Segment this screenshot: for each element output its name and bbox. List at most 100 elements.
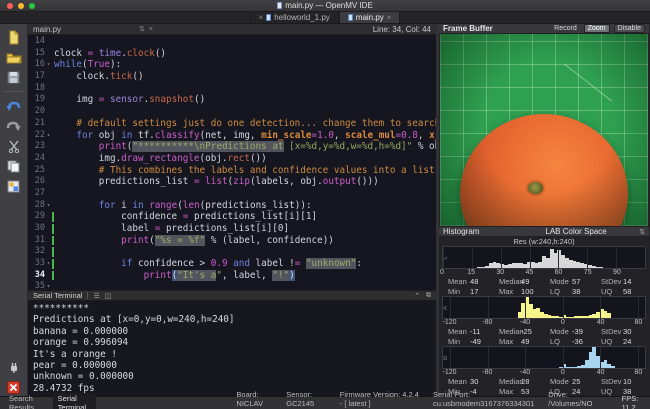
line-number: 33 [28, 258, 45, 270]
record-button[interactable]: Record [551, 25, 580, 32]
code-token: and [233, 258, 250, 269]
code-editor[interactable]: 1415clock = time.clock()16▾while(True):1… [28, 35, 436, 290]
code-token: print [121, 235, 149, 246]
code-text: while(True): [54, 59, 436, 71]
terminal-line: pear = 0.000000 [33, 360, 436, 371]
frame-buffer-header: Frame Buffer RecordZoomDisable [439, 24, 649, 34]
gutter-cell: 16▾ [28, 59, 54, 71]
code-token: tf. [132, 130, 154, 141]
fold-arrow-icon[interactable]: ▾ [45, 200, 52, 212]
stat-label: Max [493, 337, 521, 346]
code-token [54, 258, 121, 269]
fold-arrow-icon[interactable]: ▾ [45, 281, 52, 290]
editor-line: 23 print("**********\nPredictions at [x=… [28, 141, 436, 153]
fold-arrow-icon[interactable]: ▾ [45, 258, 52, 270]
grid-line [600, 297, 601, 318]
code-text: label = predictions_list[i][0] [54, 223, 436, 235]
stat-label: LQ [544, 287, 572, 296]
code-token: i [116, 200, 133, 211]
line-number: 16 [28, 59, 45, 71]
tick-label: 30 [496, 269, 504, 276]
connect-icon[interactable] [4, 358, 24, 376]
serial-terminal-title: Serial Terminal [33, 291, 82, 300]
code-token: (net, img, [200, 130, 262, 141]
code-text: # This combines the labels and confidenc… [54, 165, 436, 177]
undo-icon[interactable] [4, 97, 24, 115]
close-tab-icon[interactable]: × [387, 13, 392, 22]
detach-panel-icon[interactable]: ⧉ [426, 292, 431, 300]
gutter-cell: 21 [28, 118, 54, 130]
stat-value: 28 [521, 377, 544, 386]
line-number: 22 [28, 130, 45, 142]
redo-icon[interactable] [4, 117, 24, 135]
grid-line [616, 247, 617, 268]
cut-icon[interactable] [4, 137, 24, 155]
statusbar-tab-search-results[interactable]: Search Results [4, 393, 49, 409]
code-text: clock.tick() [54, 71, 436, 83]
stat-label: StDev [595, 277, 623, 286]
collapse-panel-icon[interactable]: ⌃ [414, 292, 420, 300]
copy-icon[interactable] [4, 157, 24, 175]
code-token: # default settings just do one detection… [54, 118, 436, 129]
grid-line [525, 347, 526, 368]
tab-helloworld_1-py[interactable]: ×helloworld_1.py [250, 12, 339, 23]
code-token [54, 130, 76, 141]
stat-cell: Min17 [442, 287, 493, 296]
stat-value: -39 [572, 327, 595, 336]
stat-value: 10 [623, 377, 646, 386]
status-item: Board: NICLAV [236, 390, 272, 409]
editor-line: 20 [28, 106, 436, 118]
terminal-line: ********** [33, 303, 436, 314]
grid-line [563, 347, 564, 368]
stat-cell: Min-49 [442, 337, 493, 346]
toolbar-sidebar [0, 24, 28, 396]
new-file-icon[interactable] [4, 28, 24, 46]
close-tab-icon[interactable]: × [259, 13, 264, 22]
histogram-header: Histogram LAB Color Space ⇅ [439, 226, 649, 237]
zoom-button[interactable]: Zoom [584, 24, 610, 33]
gutter-cell: 29 [28, 211, 54, 223]
terminal-line: orange = 0.996094 [33, 337, 436, 348]
stat-value: -25 [521, 327, 544, 336]
tick-label: 15 [467, 269, 475, 276]
stat-value: 49 [521, 337, 544, 346]
paste-icon[interactable] [4, 177, 24, 195]
open-folder-icon[interactable] [4, 48, 24, 66]
clear-terminal-icon[interactable]: ☰ [93, 292, 99, 300]
editor-toolbar: main.py ⇅ × Line: 34, Col: 44 [28, 24, 436, 35]
line-number: 28 [28, 200, 45, 212]
disable-button[interactable]: Disable [614, 24, 645, 33]
document-selector[interactable]: main.py ⇅ × [33, 25, 153, 34]
tab-main-py[interactable]: main.py× [339, 12, 401, 23]
gutter-cell: 26 [28, 176, 54, 188]
code-text: clock = time.clock() [54, 48, 436, 60]
close-document-icon[interactable]: × [149, 26, 153, 33]
stat-cell: Max100 [493, 287, 544, 296]
serial-terminal-output[interactable]: **********Predictions at [x=0,y=0,w=240,… [28, 301, 436, 396]
fold-arrow-icon[interactable]: ▾ [45, 130, 52, 142]
code-token: confidence [54, 211, 183, 222]
histogram-title: Histogram [443, 227, 513, 236]
tick-label: 0 [561, 369, 565, 376]
editor-line: 21 # default settings just do one detect… [28, 118, 436, 130]
chevron-updown-icon: ⇅ [639, 228, 645, 236]
gutter-cell: 17 [28, 71, 54, 83]
right-panel: Frame Buffer RecordZoomDisable Histogram… [436, 24, 649, 396]
code-token: scale_mul [345, 130, 395, 141]
save-icon[interactable] [4, 68, 24, 86]
code-text: for i in range(len(predictions_list)): [54, 200, 436, 212]
color-space-select[interactable]: LAB Color Space [513, 227, 639, 236]
tick-label: -40 [520, 369, 530, 376]
save-log-icon[interactable]: ◫ [105, 292, 112, 300]
line-number: 18 [28, 83, 45, 95]
fold-arrow-icon[interactable]: ▾ [45, 59, 52, 71]
status-item: Sensor: GC2145 [286, 390, 325, 409]
line-number: 17 [28, 71, 45, 83]
grid-line [587, 247, 588, 268]
code-token: draw_rectangle [121, 153, 199, 164]
grid-line [563, 297, 564, 318]
editor-line: 28▾ for i in range(len(predictions_list)… [28, 200, 436, 212]
frame-buffer-image[interactable] [440, 34, 648, 226]
grid-line [501, 247, 502, 268]
statusbar-tab-serial-terminal[interactable]: Serial Terminal [53, 393, 97, 409]
